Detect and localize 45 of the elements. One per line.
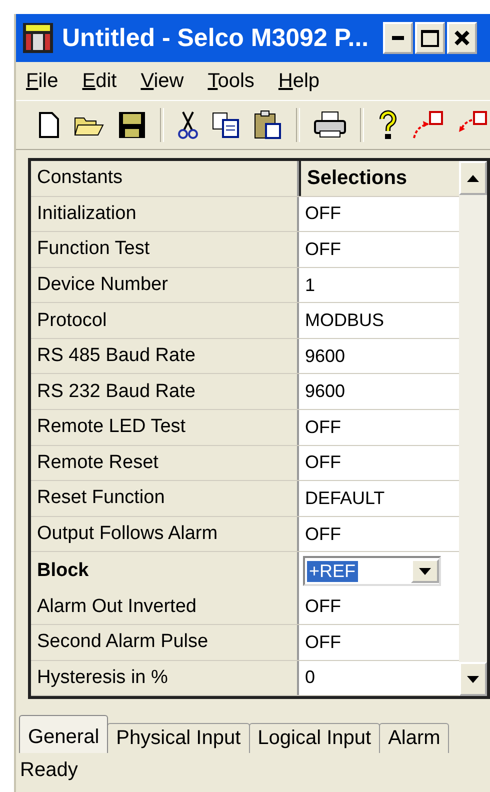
menu-item[interactable]: File xyxy=(26,70,58,92)
printer-icon[interactable] xyxy=(314,111,346,139)
menu-item[interactable]: Tools xyxy=(208,70,254,92)
setting-value[interactable]: OFF xyxy=(299,446,459,480)
clipboard-icon[interactable] xyxy=(254,110,282,140)
new-document-icon[interactable] xyxy=(38,111,60,139)
setting-value[interactable]: OFF xyxy=(299,196,459,232)
window-title: Untitled - Selco M3092 P... xyxy=(62,24,369,52)
maximize-button[interactable] xyxy=(414,22,445,54)
setting-value[interactable]: 9600 xyxy=(299,338,459,374)
setting-value[interactable]: 9600 xyxy=(299,374,459,410)
minimize-button[interactable] xyxy=(382,22,413,54)
setting-value[interactable]: 0 xyxy=(299,660,459,696)
scroll-up-button[interactable] xyxy=(459,161,487,195)
status-text: Ready xyxy=(19,758,79,782)
question-mark-icon[interactable] xyxy=(378,110,398,140)
dropdown-button[interactable] xyxy=(411,559,439,584)
down-arrow-icon xyxy=(467,676,479,682)
app-icon xyxy=(22,22,54,54)
setting-value[interactable]: OFF xyxy=(299,232,459,267)
close-button[interactable] xyxy=(446,22,477,54)
setting-value[interactable]: OFF xyxy=(299,516,459,552)
scroll-down-button[interactable] xyxy=(459,662,487,696)
setting-value[interactable]: OFF xyxy=(299,624,459,660)
menu-item[interactable]: View xyxy=(140,70,184,92)
maximize-icon xyxy=(420,29,439,47)
menu-item[interactable]: Edit xyxy=(82,70,117,92)
tab[interactable]: General xyxy=(19,715,108,753)
menu-item[interactable]: Help xyxy=(278,70,320,92)
setting-value[interactable]: DEFAULT xyxy=(299,481,459,516)
setting-value[interactable]: MODBUS xyxy=(299,303,459,338)
up-arrow-icon xyxy=(467,174,479,182)
tab[interactable]: Alarm xyxy=(379,723,450,753)
copy-icon[interactable] xyxy=(212,112,240,138)
upload-arrow-icon[interactable] xyxy=(412,110,444,140)
setting-value[interactable]: OFF xyxy=(299,589,459,624)
setting-value[interactable]: OFF xyxy=(299,410,459,445)
scissors-icon[interactable] xyxy=(178,110,198,140)
setting-label: Block xyxy=(31,552,299,590)
scrollbar[interactable] xyxy=(459,161,487,696)
close-icon xyxy=(454,30,470,46)
caret-icon xyxy=(419,568,431,575)
minimize-icon xyxy=(392,36,404,40)
setting-value[interactable]: 1 xyxy=(299,268,459,302)
dropdown-field[interactable]: +REF xyxy=(303,556,441,586)
